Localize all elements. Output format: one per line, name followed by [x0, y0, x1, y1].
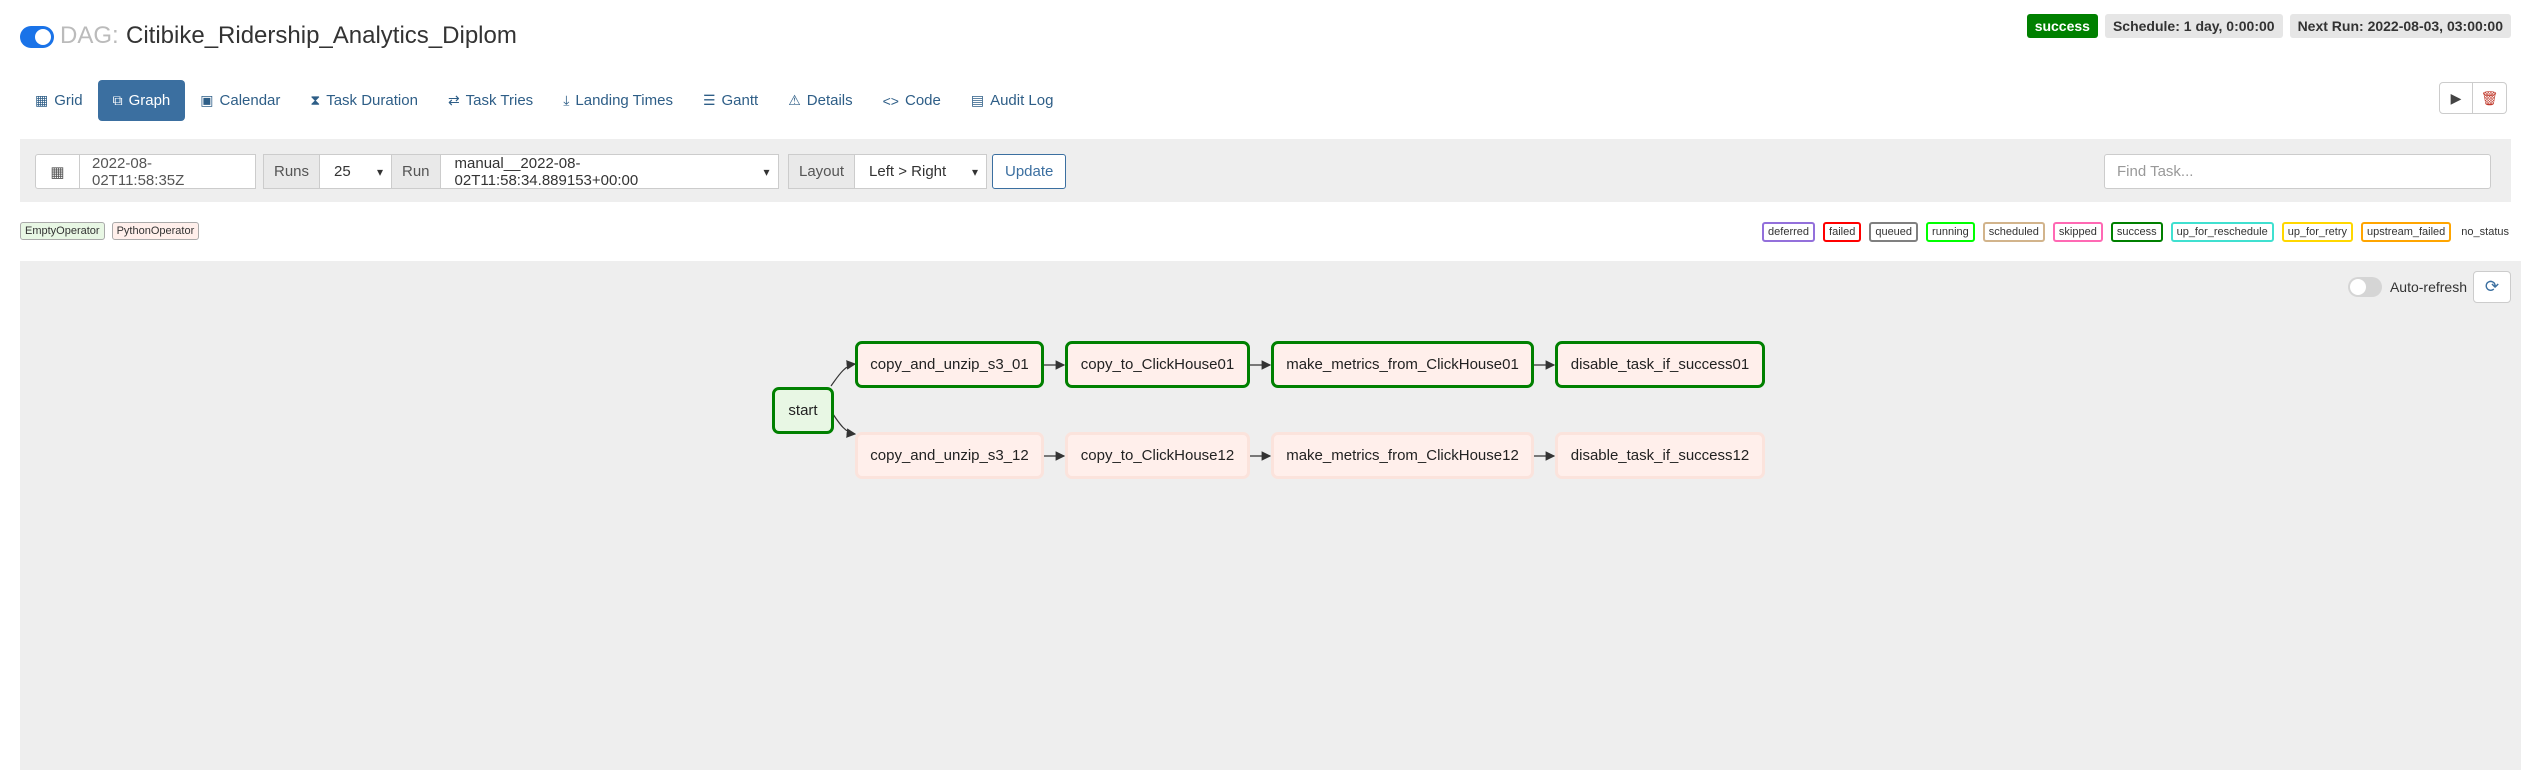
operator-tag-empty: EmptyOperator — [20, 222, 105, 240]
tab-task-duration[interactable]: ⧗ Task Duration — [295, 80, 433, 121]
trigger-dag-button[interactable]: ▶ — [2439, 82, 2473, 114]
layout-group: Layout Left > Right ▾ — [788, 154, 988, 189]
repeat-icon: ⇄ — [447, 92, 460, 108]
operator-tag-python: PythonOperator — [111, 222, 200, 240]
task-node[interactable]: disable_task_if_success12 — [1555, 432, 1765, 479]
task-node[interactable]: copy_and_unzip_s3_01 — [855, 341, 1044, 388]
runs-group: Runs 25 ▾ — [263, 154, 393, 189]
run-select[interactable]: manual__2022-08-02T11:58:34.889153+00:00… — [440, 154, 779, 189]
edge — [830, 410, 857, 438]
chevron-down-icon: ▾ — [972, 164, 979, 179]
dag-status-badge: success — [2026, 14, 2098, 38]
layout-label: Layout — [788, 154, 856, 189]
find-task-input[interactable]: Find Task... — [2104, 154, 2491, 189]
run-label: Run — [391, 154, 441, 189]
task-node[interactable]: copy_to_ClickHouse12 — [1065, 432, 1250, 479]
dag-graph-canvas[interactable]: Auto-refresh ⟳ start copy_and_unzip_s3_0… — [20, 261, 2521, 770]
tab-landing-times[interactable]: ⤓ Landing Times — [548, 80, 688, 121]
operator-legend: EmptyOperator PythonOperator — [20, 222, 200, 240]
task-node-start[interactable]: start — [772, 387, 834, 434]
tab-code[interactable]: <> Code — [868, 80, 956, 121]
state-skipped[interactable]: skipped — [2052, 222, 2103, 242]
state-legend: deferred failed queued running scheduled… — [1762, 222, 2511, 242]
next-run-badge: Next Run: 2022-08-03, 03:00:00 — [2289, 14, 2511, 38]
layout-select[interactable]: Left > Right ▾ — [855, 154, 988, 189]
task-node[interactable]: make_metrics_from_ClickHouse01 — [1271, 341, 1534, 388]
state-running[interactable]: running — [1926, 222, 1975, 242]
tab-grid[interactable]: ▦ Grid — [20, 80, 98, 121]
state-success[interactable]: success — [2110, 222, 2163, 242]
dag-actions: ▶ 🗑 — [2439, 82, 2507, 114]
code-icon: <> — [882, 92, 899, 109]
base-date-input[interactable]: 2022-08-02T11:58:35Z — [80, 154, 256, 189]
base-date-group: ▦ 2022-08-02T11:58:35Z — [35, 154, 256, 189]
task-node[interactable]: copy_to_ClickHouse01 — [1065, 341, 1250, 388]
graph-filter-bar: ▦ 2022-08-02T11:58:35Z Runs 25 ▾ Run manu… — [20, 139, 2511, 202]
delete-dag-button[interactable]: 🗑 — [2473, 82, 2507, 114]
hourglass-icon: ⧗ — [310, 92, 321, 108]
dag-view-tabs: ▦ Grid ⧉ Graph ▣ Calendar ⧗ Task Duration ⇄ T… — [20, 80, 1068, 121]
calendar-picker-icon[interactable]: ▦ — [35, 154, 80, 189]
tab-graph[interactable]: ⧉ Graph — [97, 80, 186, 121]
audit-icon: ▤ — [970, 92, 985, 108]
play-icon: ▶ — [2450, 89, 2462, 106]
state-queued[interactable]: queued — [1869, 222, 1919, 242]
runs-label: Runs — [263, 154, 321, 189]
graph-icon: ⧉ — [112, 92, 123, 108]
task-node[interactable]: disable_task_if_success01 — [1555, 341, 1765, 388]
chevron-down-icon: ▾ — [377, 164, 384, 179]
tab-gantt[interactable]: ☰ Gantt — [688, 80, 773, 121]
state-scheduled[interactable]: scheduled — [1982, 222, 2045, 242]
tab-calendar[interactable]: ▣ Calendar — [185, 80, 295, 121]
grid-icon: ▦ — [35, 92, 49, 108]
task-node[interactable]: copy_and_unzip_s3_12 — [855, 432, 1044, 479]
schedule-badge: Schedule: 1 day, 0:00:00 — [2104, 14, 2283, 38]
runs-select[interactable]: 25 ▾ — [320, 154, 393, 189]
warning-icon: ⚠ — [788, 92, 801, 108]
dag-title: Citibike_Ridership_Analytics_Diplom — [126, 22, 517, 49]
update-button[interactable]: Update — [992, 154, 1067, 189]
tab-task-tries[interactable]: ⇄ Task Tries — [433, 80, 548, 121]
dag-prefix: DAG: — [60, 22, 119, 49]
task-node[interactable]: make_metrics_from_ClickHouse12 — [1271, 432, 1534, 479]
state-failed[interactable]: failed — [1823, 222, 1862, 242]
dag-pause-toggle[interactable] — [20, 26, 54, 48]
tab-audit-log[interactable]: ▤ Audit Log — [956, 80, 1069, 121]
gantt-icon: ☰ — [702, 92, 716, 108]
run-group: Run manual__2022-08-02T11:58:34.889153+0… — [391, 154, 779, 189]
state-upstream-failed[interactable]: upstream_failed — [2361, 222, 2452, 242]
graph-edges — [830, 360, 1556, 461]
landing-icon: ⤓ — [563, 92, 570, 108]
edge — [830, 360, 857, 387]
state-up-for-retry[interactable]: up_for_retry — [2281, 222, 2354, 242]
tab-details[interactable]: ⚠ Details — [773, 80, 867, 121]
state-deferred[interactable]: deferred — [1762, 222, 1816, 242]
state-up-for-reschedule[interactable]: up_for_reschedule — [2170, 222, 2274, 242]
header-badges: success Schedule: 1 day, 0:00:00 Next Ru… — [2026, 14, 2511, 38]
state-no-status[interactable]: no_status — [2459, 224, 2511, 240]
chevron-down-icon: ▾ — [763, 164, 770, 179]
update-group: Update — [992, 154, 1067, 189]
calendar-icon: ▣ — [200, 92, 214, 108]
trash-icon: 🗑 — [2480, 89, 2499, 106]
